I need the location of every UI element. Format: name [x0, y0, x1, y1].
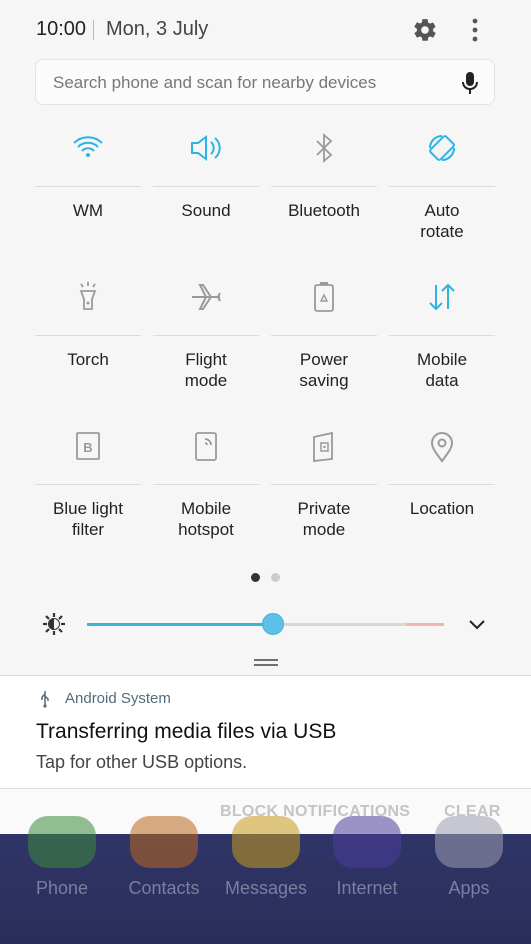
app-icon: [130, 816, 198, 868]
search-placeholder: Search phone and scan for nearby devices: [53, 73, 377, 92]
status-time: 10:00: [36, 18, 87, 40]
more-options-icon[interactable]: [462, 16, 488, 44]
tile-divider: [153, 484, 259, 485]
app-name: Apps: [448, 878, 490, 898]
app-icon: [333, 816, 401, 868]
tile-label: WM: [72, 201, 104, 220]
tile-auto-rotate[interactable]: Auto rotate: [389, 120, 495, 250]
usb-notification[interactable]: Android System Transferring media files …: [0, 675, 531, 789]
app-name: Contacts: [128, 878, 200, 898]
tile-label: Torch: [67, 350, 109, 369]
page-dot: [271, 573, 280, 582]
tile-divider: [153, 186, 259, 187]
quick-settings-panel: 10:00 Mon, 3 July Search phone and scan …: [0, 0, 531, 675]
tile-divider: [35, 484, 141, 485]
usb-icon: [41, 691, 49, 708]
tile-location[interactable]: Location: [389, 418, 495, 548]
dock-app-messages[interactable]: Messages: [215, 816, 317, 944]
brightness-fill: [87, 623, 273, 626]
app-icon: [232, 816, 300, 868]
dock-app-phone[interactable]: Phone: [11, 816, 113, 944]
app-name: Internet: [336, 878, 398, 898]
tile-flight[interactable]: Flight mode: [153, 269, 259, 399]
page-dot-active: [251, 573, 260, 582]
tile-hotspot[interactable]: Mobile hotspot: [153, 418, 259, 548]
tile-label: Location: [409, 499, 475, 518]
tile-torch[interactable]: Torch: [35, 269, 141, 399]
drag-handle[interactable]: [254, 659, 278, 666]
tile-battery[interactable]: Power saving: [271, 269, 377, 399]
notification-title: Transferring media files via USB: [36, 720, 337, 743]
tile-mobile-data[interactable]: Mobile data: [389, 269, 495, 399]
torch-icon: [79, 282, 97, 310]
tile-label: Blue light filter: [53, 499, 123, 539]
tile-divider: [35, 335, 141, 336]
tile-private-mode[interactable]: Private mode: [271, 418, 377, 548]
private-mode-icon: [313, 431, 333, 463]
tile-divider: [153, 335, 259, 336]
brightness-slider[interactable]: [87, 613, 444, 635]
settings-gear-icon[interactable]: [412, 17, 438, 43]
tile-label: Mobile data: [416, 350, 468, 390]
app-icon: [435, 816, 503, 868]
tile-label: Mobile hotspot: [178, 499, 234, 539]
tile-divider: [271, 484, 377, 485]
tile-wifi[interactable]: WM: [35, 120, 141, 250]
tile-bluetooth[interactable]: Bluetooth: [271, 120, 377, 250]
chevron-down-icon[interactable]: [465, 613, 489, 637]
tile-label: Bluetooth: [288, 201, 360, 220]
status-date: Mon, 3 July: [106, 18, 209, 40]
app-name: Phone: [35, 878, 89, 898]
tile-label: Auto rotate: [420, 201, 464, 241]
flight-icon: [192, 284, 221, 310]
mobile-data-icon: [429, 283, 455, 311]
sound-icon: [191, 135, 221, 161]
status-divider: [93, 20, 94, 40]
hotspot-icon: [195, 432, 217, 461]
brightness-high-zone: [406, 623, 444, 626]
app-icon: [28, 816, 96, 868]
brightness-icon: [43, 613, 65, 635]
tile-divider: [271, 186, 377, 187]
tile-label: Sound: [181, 201, 231, 220]
tile-sound[interactable]: Sound: [153, 120, 259, 250]
microphone-icon[interactable]: [460, 71, 480, 95]
tile-label: Flight mode: [184, 350, 228, 390]
tile-divider: [35, 186, 141, 187]
search-bar[interactable]: Search phone and scan for nearby devices: [35, 59, 495, 105]
notification-app-name: Android System: [65, 690, 171, 707]
tile-divider: [389, 484, 495, 485]
dock-app-contacts[interactable]: Contacts: [113, 816, 215, 944]
brightness-thumb[interactable]: [261, 613, 284, 635]
tile-label: Private mode: [297, 499, 351, 539]
wifi-icon: [73, 136, 103, 157]
blue-light-icon: B: [76, 432, 100, 460]
home-dock: Phone Contacts Messages Internet Apps: [0, 816, 531, 944]
location-icon: [430, 432, 454, 463]
tile-label: Power saving: [299, 350, 349, 390]
tile-blue-light[interactable]: B Blue light filter: [35, 418, 141, 548]
dock-app-apps[interactable]: Apps: [418, 816, 520, 944]
app-name: Messages: [224, 878, 308, 898]
svg-text:B: B: [83, 440, 92, 455]
battery-icon: [314, 282, 334, 312]
tile-divider: [389, 186, 495, 187]
bluetooth-icon: [316, 133, 333, 163]
tile-divider: [271, 335, 377, 336]
tile-divider: [389, 335, 495, 336]
dock-app-internet[interactable]: Internet: [316, 816, 418, 944]
auto-rotate-icon: [429, 135, 455, 161]
notification-text: Tap for other USB options.: [36, 752, 248, 772]
